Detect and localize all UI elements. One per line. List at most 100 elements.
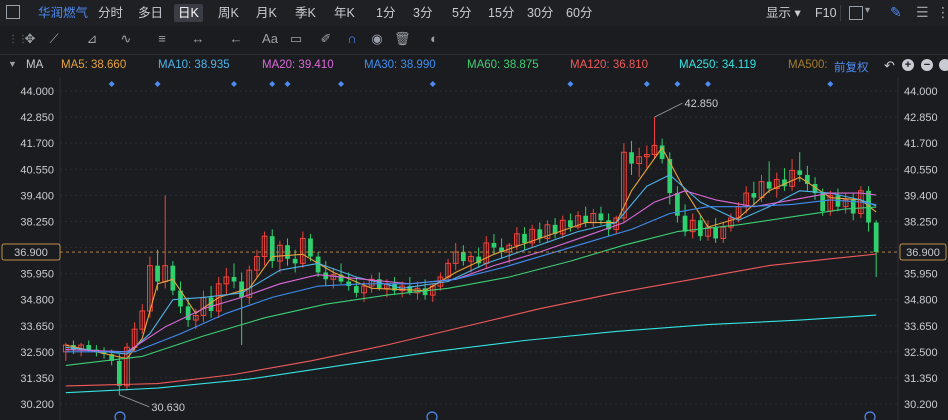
current-price: 36.900 36.900: [1, 243, 947, 261]
adjust-label[interactable]: 前复权: [834, 59, 869, 75]
candle-body: [713, 227, 719, 239]
event-marker-icon: [429, 81, 436, 87]
tab-monthly-k[interactable]: 月K: [256, 4, 277, 22]
magnet-icon[interactable]: ∩: [344, 31, 360, 47]
ma10-label: MA10: 38.935: [158, 59, 230, 71]
tab-30min[interactable]: 30分: [527, 4, 553, 22]
list-icon[interactable]: ☰: [916, 4, 929, 21]
tab-15min[interactable]: 15分: [488, 4, 514, 22]
y-tick-label: 33.650: [904, 321, 938, 333]
candle-body: [170, 265, 176, 291]
y-tick-label: 41.700: [20, 138, 54, 150]
y-tick-label: 38.250: [904, 216, 938, 228]
tab-5min[interactable]: 5分: [452, 4, 471, 22]
fibonacci-tool-icon[interactable]: ≡: [154, 31, 170, 47]
checkbox-icon[interactable]: [849, 6, 863, 20]
text-tool-icon[interactable]: Aa: [262, 31, 278, 47]
candles: [62, 117, 879, 395]
high-annotation: 42.850: [684, 98, 718, 110]
divider: [840, 5, 841, 21]
stock-name[interactable]: 华润燃气: [38, 4, 88, 22]
trash-icon[interactable]: 🗑: [394, 31, 411, 47]
current-price-label-right: 36.900: [906, 247, 940, 259]
y-tick-label: 39.400: [20, 190, 54, 202]
y-tick-label: 34.800: [904, 295, 938, 307]
candle-body: [116, 360, 122, 386]
candle-body: [308, 238, 313, 257]
candle-body: [491, 242, 497, 248]
channel-tool-icon[interactable]: ⊿: [84, 31, 100, 47]
candle-body: [239, 281, 245, 298]
tab-1min[interactable]: 1分: [376, 4, 395, 22]
pen-icon[interactable]: ✎: [890, 4, 902, 21]
chevron-down-icon[interactable]: ▾: [865, 5, 870, 16]
eraser-icon[interactable]: ✐: [318, 31, 334, 47]
y-tick-label: 40.550: [904, 164, 938, 176]
candle-body: [598, 213, 604, 221]
candle-body: [766, 181, 772, 189]
crosshair-icon[interactable]: ✥: [22, 31, 38, 47]
tab-yearly-k[interactable]: 年K: [334, 4, 355, 22]
event-marker-icon: [674, 81, 681, 87]
candle-body: [568, 220, 573, 228]
ma250-label: MA250: 34.119: [679, 59, 757, 71]
candlestick-chart[interactable]: 44.00042.85041.70040.55039.40038.25037.1…: [0, 77, 948, 420]
candle-body: [629, 152, 634, 164]
candle-body: [460, 252, 466, 262]
ma60-line: [65, 206, 877, 366]
candle-body: [537, 229, 543, 239]
tab-60min[interactable]: 60分: [566, 4, 592, 22]
comment-tool-icon[interactable]: ▭: [288, 31, 304, 47]
arrow-tool-icon[interactable]: ←: [228, 31, 244, 47]
ma500-label: MA500:: [788, 59, 828, 71]
zoom-out-icon[interactable]: −: [921, 59, 933, 71]
ma250-line: [65, 314, 877, 394]
candle-body: [697, 220, 703, 237]
y-tick-label: 30.200: [20, 399, 54, 411]
candle-body: [155, 265, 160, 282]
display-menu[interactable]: 显示 ▾: [766, 4, 801, 22]
event-markers: [108, 81, 834, 87]
toggle-icon[interactable]: ◐: [426, 31, 442, 47]
wave-tool-icon[interactable]: ∿: [118, 31, 134, 47]
event-marker-icon: [567, 81, 574, 87]
tab-daily-k[interactable]: 日K: [174, 4, 203, 22]
top-toolbar: 华润燃气 分时 多日 日K 周K 月K 季K 年K 1分 3分 5分 15分 3…: [0, 0, 948, 27]
candle-body: [873, 222, 879, 253]
collapse-icon[interactable]: ▼: [8, 59, 17, 69]
candle-body: [522, 233, 527, 243]
range-tool-icon[interactable]: ↔: [190, 31, 206, 47]
low-annotation: 30.630: [151, 402, 185, 414]
event-marker-icon: [154, 81, 161, 87]
tab-3min[interactable]: 3分: [413, 4, 432, 22]
display-label: 显示: [766, 6, 792, 20]
f10-button[interactable]: F10: [815, 4, 837, 22]
settings-icon[interactable]: [939, 59, 948, 71]
tab-multi-day[interactable]: 多日: [138, 4, 163, 22]
undo-icon[interactable]: ↶: [884, 58, 895, 74]
eye-icon[interactable]: ◉: [369, 31, 385, 47]
low-annotation-leader: [119, 394, 150, 408]
candle-body: [292, 258, 298, 264]
candle-body: [231, 276, 237, 282]
y-tick-label: 30.200: [904, 399, 938, 411]
candle-body: [797, 170, 803, 175]
tab-weekly-k[interactable]: 周K: [218, 4, 239, 22]
ma30-label: MA30: 38.990: [364, 59, 436, 71]
tab-intraday[interactable]: 分时: [98, 4, 123, 22]
tab-quarterly-k[interactable]: 季K: [295, 4, 316, 22]
candle-body: [86, 345, 92, 350]
ma120-label: MA120: 36.810: [570, 59, 649, 71]
zoom-in-icon[interactable]: +: [902, 59, 914, 71]
event-marker-icon: [827, 81, 834, 87]
high-annotation-leader: [654, 102, 683, 118]
y-tick-label: 44.000: [20, 86, 54, 98]
candle-body: [820, 193, 826, 212]
more-icon[interactable]: ⋮: [936, 4, 948, 21]
event-marker-icon: [269, 81, 276, 87]
y-tick-label: 44.000: [904, 86, 938, 98]
event-marker-icon: [643, 81, 650, 87]
y-tick-label: 41.700: [904, 138, 938, 150]
line-tool-icon[interactable]: ⟋: [46, 31, 62, 47]
sidebar-toggle-icon[interactable]: [6, 5, 20, 19]
